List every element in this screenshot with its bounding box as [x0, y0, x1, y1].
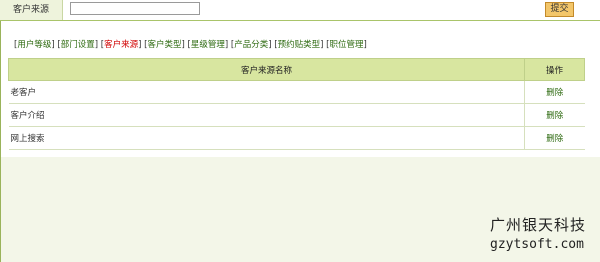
tab-appointment-type[interactable]: 预约贴类型 [278, 40, 321, 50]
settings-tabs: [用户等级] [部门设置] [客户来源] [客户类型] [星级管理] [产品分类… [14, 40, 367, 50]
tab-customer-type[interactable]: 客户类型 [147, 40, 181, 50]
tab-user-level[interactable]: 用户等级 [17, 40, 51, 50]
tab-department[interactable]: 部门设置 [61, 40, 95, 50]
delete-link[interactable]: 删除 [546, 88, 563, 98]
submit-button[interactable]: 提交 [545, 2, 574, 17]
table-row: 老客户 删除 [8, 80, 585, 104]
tab-customer-source[interactable]: 客户来源 [104, 40, 138, 50]
column-header-action: 操作 [524, 58, 585, 81]
source-name-cell: 网上搜索 [8, 126, 525, 150]
tab-position[interactable]: 职位管理 [329, 40, 363, 50]
source-name-cell: 客户介绍 [8, 103, 525, 127]
watermark-company: 广州银天科技 [490, 216, 587, 234]
delete-link[interactable]: 删除 [546, 134, 563, 144]
filter-bar: 客户来源 提交 [0, 0, 600, 21]
column-header-source-name: 客户来源名称 [8, 58, 525, 81]
table-row: 客户介绍 删除 [8, 103, 585, 127]
table-row: 网上搜索 删除 [8, 126, 585, 150]
delete-link[interactable]: 删除 [546, 111, 563, 121]
customer-source-label: 客户来源 [0, 0, 63, 20]
customer-source-input[interactable] [70, 2, 200, 15]
table-header-row: 客户来源名称 操作 [8, 58, 585, 81]
tab-star-level[interactable]: 星级管理 [191, 40, 225, 50]
customer-source-table: 客户来源名称 操作 老客户 删除 客户介绍 删除 网上搜索 删除 [8, 58, 585, 150]
tab-product-category[interactable]: 产品分类 [234, 40, 268, 50]
source-name-cell: 老客户 [8, 80, 525, 104]
watermark-domain: gzytsoft.com [490, 237, 584, 252]
